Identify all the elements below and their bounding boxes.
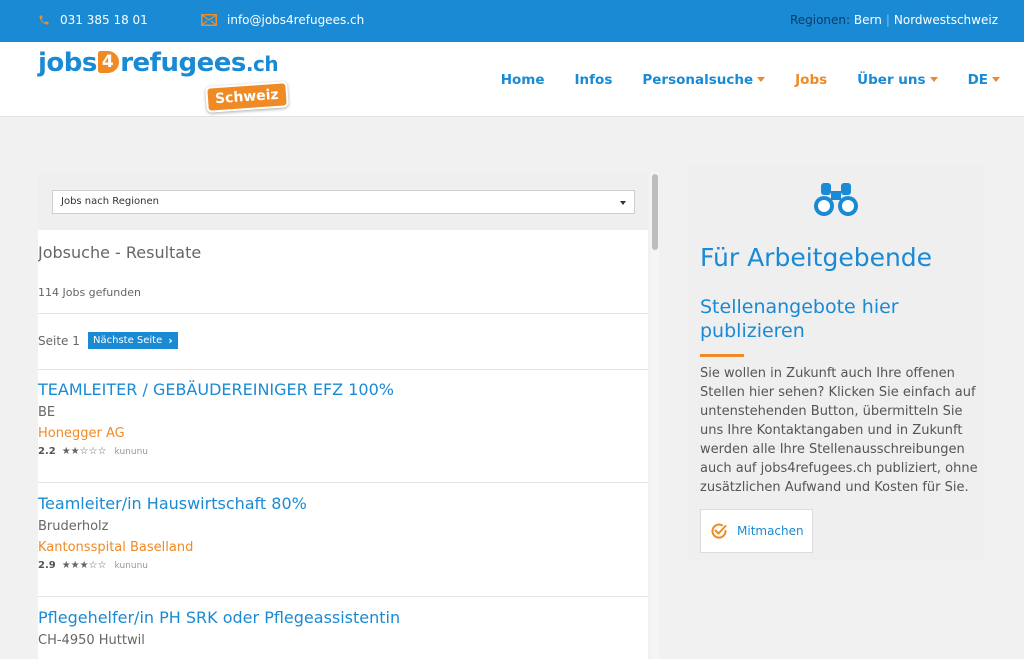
kununu-logo: kununu [114,560,149,571]
region-link-nordwestschweiz[interactable]: Nordwestschweiz [894,13,998,27]
site-header: jobs 4 refugees.ch Schweiz Home Infos Pers… [0,42,1024,117]
nav-infos[interactable]: Infos [575,72,613,88]
job-title-link[interactable]: TEAMLEITER / GEBÄUDEREINIGER EFZ 100% [38,380,648,399]
logo-wordmark: jobs 4 refugees.ch [38,48,279,78]
divider [38,596,648,597]
region-separator: | [885,13,890,27]
results-scrollbar[interactable] [651,172,659,659]
divider [38,313,648,314]
scrollbar-thumb[interactable] [652,174,658,250]
top-bar: 031 385 18 01 info@jobs4refugees.ch Regi… [0,0,1024,42]
chevron-right-icon: › [168,334,173,347]
envelope-icon [201,14,217,26]
chevron-down-icon [620,201,626,205]
results-title: Jobsuche - Resultate [38,243,202,262]
main-nav: Home Infos Personalsuche Jobs Über uns D… [471,42,1000,117]
divider [38,369,648,370]
employers-text: Sie wollen in Zukunft auch Ihre offenen … [700,366,978,495]
next-page-label: Nächste Seite [93,335,163,346]
caret-down-icon [992,77,1000,82]
company-rating[interactable]: 2.9 ★★★☆☆ kununu [38,560,648,571]
rating-value: 2.9 [38,560,56,571]
region-filter-select[interactable]: Jobs nach Regionen [52,190,635,214]
results-count: 114 Jobs gefunden [38,286,141,299]
logo-badge: Schweiz [205,81,289,113]
employers-panel: Für Arbeitgebende Stellenangebote hier p… [687,164,985,561]
caret-down-icon [929,77,938,82]
job-company-link[interactable]: Honegger AG [38,426,648,441]
phone-contact[interactable]: 031 385 18 01 [38,13,148,27]
region-switcher: Regionen: Bern | Nordwestschweiz [790,13,998,27]
nav-personalsuche[interactable]: Personalsuche [642,72,766,88]
region-filter-value: Jobs nach Regionen [61,196,160,207]
job-title-link[interactable]: Teamleiter/in Hauswirtschaft 80% [38,494,648,513]
job-listing: Teamleiter/in Hauswirtschaft 80% Bruderh… [38,494,648,571]
job-listing: TEAMLEITER / GEBÄUDEREINIGER EFZ 100% BE… [38,380,648,457]
nav-jobs[interactable]: Jobs [795,72,827,88]
job-company-link[interactable]: Kantonsspital Baselland [38,540,648,555]
company-rating[interactable]: 2.2 ★★☆☆☆ kununu [38,446,648,457]
mitmachen-label: Mitmachen [737,524,804,538]
mitmachen-button[interactable]: Mitmachen [700,509,813,553]
employers-subtitle: Stellenangebote hier publizieren [700,296,899,342]
email-address: info@jobs4refugees.ch [227,13,365,27]
site-logo[interactable]: jobs 4 refugees.ch Schweiz [38,48,298,114]
region-link-bern[interactable]: Bern [854,13,882,27]
phone-icon [38,14,50,26]
email-contact[interactable]: info@jobs4refugees.ch [201,13,364,27]
rating-value: 2.2 [38,446,56,457]
filter-box: Jobs nach Regionen [38,172,648,230]
job-location: CH-4950 Huttwil [38,633,145,648]
divider [38,482,648,483]
caret-down-icon [757,77,766,82]
nav-ueber-uns[interactable]: Über uns [857,72,938,88]
nav-language[interactable]: DE [968,72,1000,88]
kununu-logo: kununu [114,446,149,457]
next-page-button[interactable]: Nächste Seite › [88,332,178,349]
check-circle-icon [711,523,727,539]
binoculars-icon [814,183,858,216]
phone-number: 031 385 18 01 [60,13,148,27]
star-rating-icon: ★★★☆☆ [61,560,107,571]
employers-title: Für Arbeitgebende [700,243,933,272]
nav-home[interactable]: Home [501,72,545,88]
job-title-link[interactable]: Pflegehelfer/in PH SRK oder Pflegeassist… [38,608,648,627]
job-listing: Pflegehelfer/in PH SRK oder Pflegeassist… [38,608,648,648]
regions-label: Regionen: [789,13,851,27]
job-results-panel: Jobs nach Regionen Jobsuche - Resultate … [38,172,648,659]
star-rating-icon: ★★☆☆☆ [61,446,107,457]
page-label: Seite 1 [38,334,80,348]
job-location: Bruderholz [38,519,109,534]
accent-line [700,354,744,357]
job-location: BE [38,405,56,420]
